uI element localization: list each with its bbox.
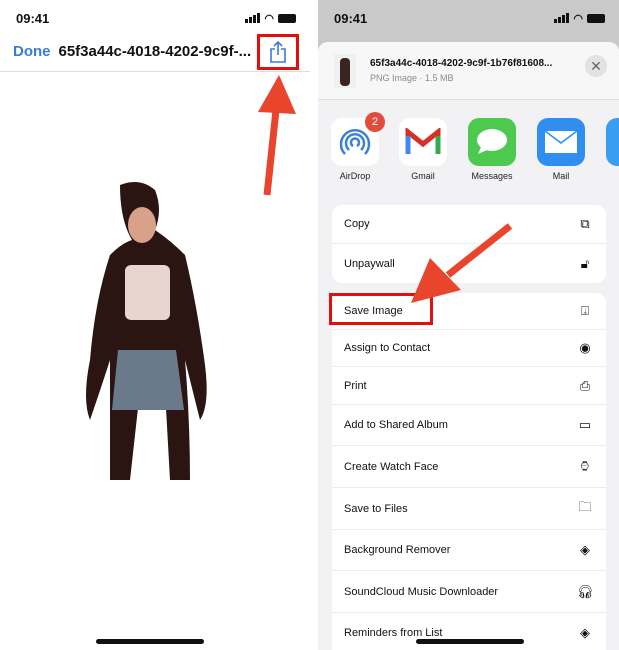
action-label: Assign to Contact	[344, 342, 431, 354]
mail-icon	[544, 130, 578, 153]
action-print[interactable]: Print ⎙	[332, 367, 606, 405]
action-unpaywall[interactable]: Unpaywall 🔓︎	[332, 244, 606, 283]
battery-icon	[278, 13, 296, 23]
signal-icon	[554, 13, 570, 23]
layers-icon: ◈	[580, 542, 590, 557]
file-meta: PNG Image · 1.5 MB	[370, 73, 454, 83]
download-icon: ⍗	[581, 303, 589, 318]
share-sheet-screen: 09:41 ◠ 65f3a44c-4018-4202-9c9f-1b76f816…	[318, 0, 619, 650]
action-label: Create Watch Face	[344, 460, 439, 473]
status-time: 09:41	[334, 10, 368, 26]
action-assign-contact[interactable]: Assign to Contact ◉	[332, 330, 606, 367]
action-watch-face[interactable]: Create Watch Face ⌚︎	[332, 446, 606, 488]
app-label: Messages	[471, 171, 513, 181]
app-label: Gmail	[411, 171, 435, 181]
folder-icon: 🗀	[578, 498, 592, 514]
headphones-icon: 🎧︎	[576, 583, 594, 599]
actions-group-1: Copy ⧉ Unpaywall 🔓︎	[332, 205, 606, 283]
action-label: Print	[344, 379, 367, 392]
file-name: 65f3a44c-4018-4202-9c9f-1b76f81608...	[370, 58, 553, 69]
status-time: 09:41	[16, 10, 50, 26]
home-indicator	[96, 639, 204, 644]
unlock-icon: 🔓︎	[580, 255, 590, 271]
app-twitter[interactable]: T	[605, 118, 619, 181]
app-label: AirDrop	[339, 171, 371, 181]
save-image-highlight	[329, 293, 433, 325]
action-save-files[interactable]: Save to Files 🗀	[332, 488, 606, 530]
action-label: SoundCloud Music Downloader	[344, 585, 499, 598]
layers-icon: ◈	[580, 625, 590, 640]
file-title: 65f3a44c-4018-4202-9c9f-...	[58, 43, 252, 60]
action-reminders[interactable]: Reminders from List ◈	[332, 613, 606, 650]
action-soundcloud[interactable]: SoundCloud Music Downloader 🎧︎	[332, 571, 606, 613]
status-icons: ◠	[554, 12, 605, 25]
action-label: Save to Files	[344, 502, 408, 515]
app-messages[interactable]: Messages	[467, 118, 517, 181]
status-bar: 09:41 ◠	[334, 8, 605, 28]
app-label: Mail	[552, 171, 570, 181]
share-header: 65f3a44c-4018-4202-9c9f-1b76f81608... PN…	[318, 42, 619, 100]
wifi-icon: ◠	[573, 12, 583, 25]
action-background-remover[interactable]: Background Remover ◈	[332, 530, 606, 571]
app-label: T	[605, 171, 619, 181]
airdrop-badge: 2	[365, 112, 385, 132]
shared-album-icon: ▭	[578, 417, 592, 432]
action-label: Reminders from List	[344, 627, 443, 639]
person-circle-icon: ◉	[579, 340, 591, 355]
action-label: Add to Shared Album	[344, 419, 448, 431]
share-button[interactable]	[257, 34, 299, 70]
action-label: Copy	[344, 218, 370, 230]
action-label: Background Remover	[344, 544, 451, 556]
app-airdrop[interactable]: 2 AirDrop	[330, 112, 385, 181]
app-mail[interactable]: Mail	[536, 118, 586, 181]
share-sheet: 65f3a44c-4018-4202-9c9f-1b76f81608... PN…	[318, 42, 619, 650]
share-icon	[270, 41, 286, 63]
printer-icon: ⎙	[579, 377, 591, 393]
gmail-icon	[405, 128, 441, 154]
status-icons: ◠	[245, 12, 296, 25]
copy-icon: ⧉	[580, 216, 590, 231]
action-copy[interactable]: Copy ⧉	[332, 205, 606, 244]
done-button[interactable]: Done	[13, 43, 51, 60]
actions-group-2: Save Image ⍗ Assign to Contact ◉ Print ⎙ Ad…	[332, 293, 606, 650]
close-button[interactable]: ✕	[585, 55, 607, 77]
battery-icon	[587, 13, 605, 23]
watch-icon: ⌚︎	[578, 459, 592, 474]
file-thumbnail	[334, 54, 356, 88]
wifi-icon: ◠	[264, 12, 274, 25]
home-indicator	[416, 639, 524, 644]
image-preview-screen: 09:41 ◠ Done 65f3a44c-4018-4202-9c9f-...	[0, 0, 310, 650]
action-shared-album[interactable]: Add to Shared Album ▭	[332, 405, 606, 446]
close-icon: ✕	[590, 58, 602, 74]
action-label: Unpaywall	[344, 257, 395, 270]
status-bar: 09:41 ◠	[16, 8, 296, 28]
photo-person	[86, 181, 207, 480]
messages-icon	[477, 129, 507, 154]
signal-icon	[245, 13, 261, 23]
app-gmail[interactable]: Gmail	[398, 118, 448, 181]
